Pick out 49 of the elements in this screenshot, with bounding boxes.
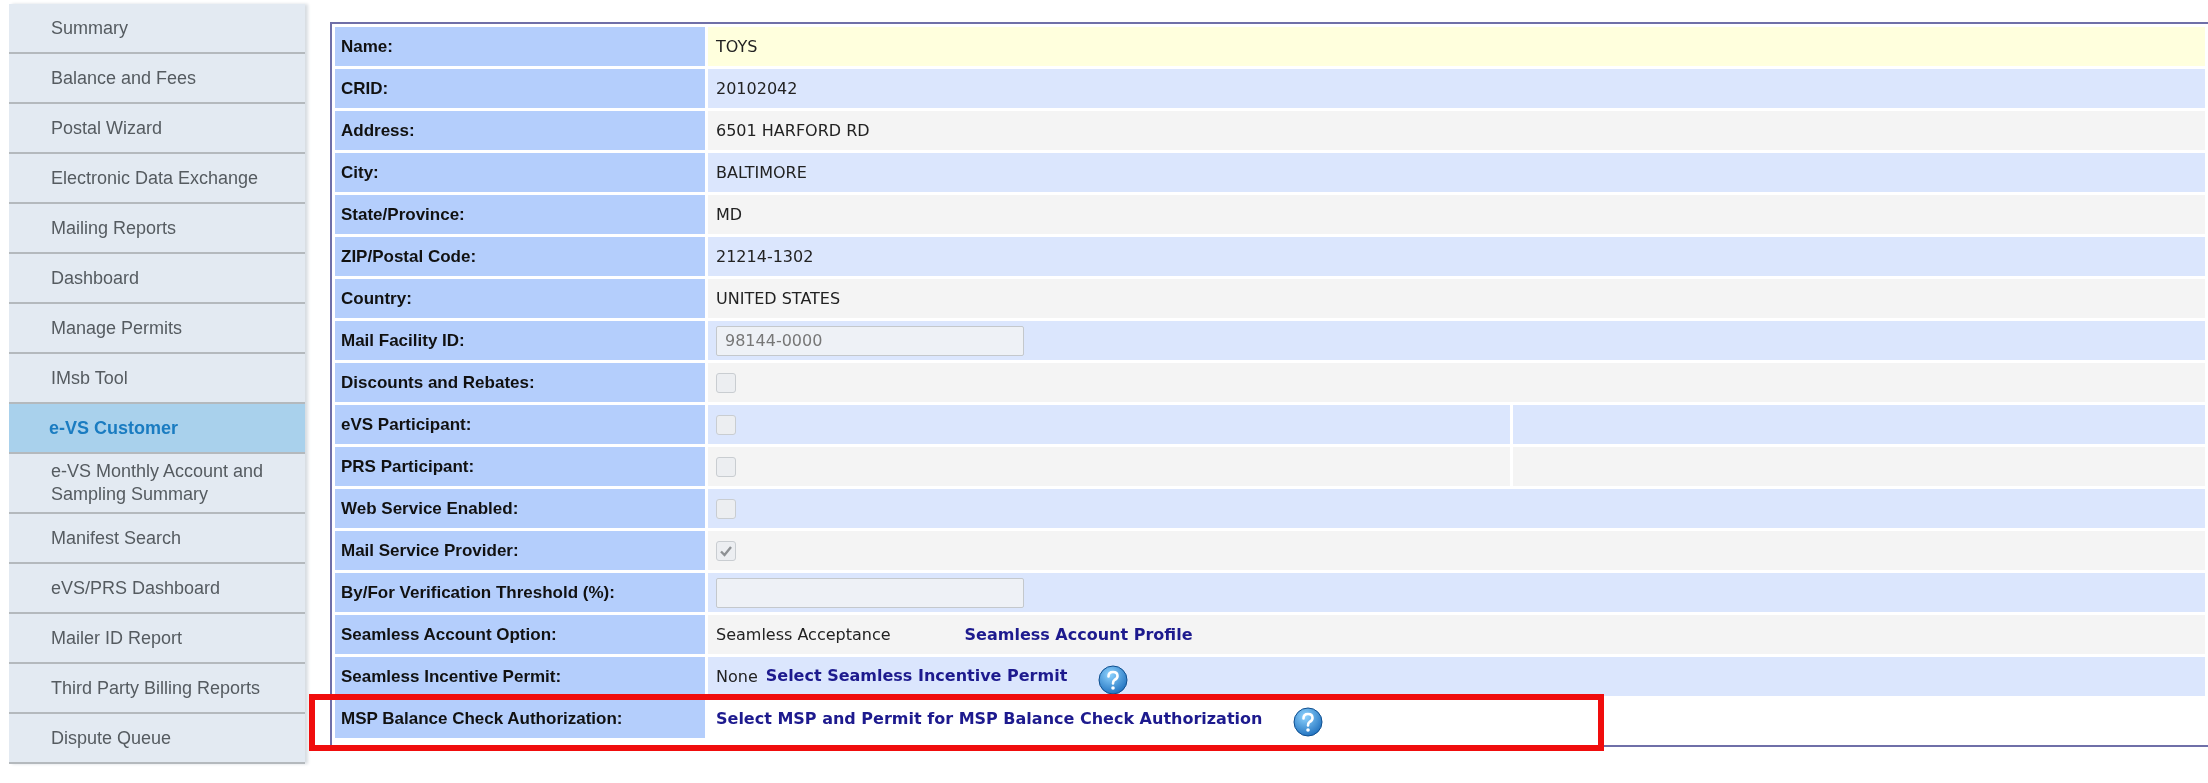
field-value: TOYS (716, 37, 758, 56)
sidebar-item[interactable]: Manifest Search (9, 514, 305, 564)
field-label: Web Service Enabled: (335, 489, 705, 528)
link[interactable]: Select MSP and Permit for MSP Balance Check Authorization (716, 708, 1263, 727)
sidebar-item[interactable]: Mailer ID Report (9, 614, 305, 664)
link[interactable]: Select Seamless Incentive Permit (765, 666, 1068, 685)
help-icon[interactable] (1097, 663, 1130, 696)
sidebar-item[interactable]: Summary (9, 4, 305, 54)
sidebar-item[interactable]: Electronic Data Exchange (9, 154, 305, 204)
field-value: 6501 HARFORD RD (716, 121, 870, 140)
checkbox[interactable] (716, 414, 736, 435)
checkbox[interactable] (716, 456, 736, 477)
field-value: None (716, 666, 758, 685)
sidebar-item[interactable]: Mailing Reports (9, 204, 305, 254)
sidebar-item[interactable]: eVS/PRS Dashboard (9, 564, 305, 614)
checkbox[interactable] (716, 372, 736, 393)
field-value: 20102042 (716, 79, 798, 98)
field-value: Seamless Acceptance (716, 625, 891, 644)
field-label: Name: (335, 27, 705, 66)
field-label: Discounts and Rebates: (335, 363, 705, 402)
sidebar-item[interactable]: Balance and Fees (9, 54, 305, 104)
field-label: Country: (335, 279, 705, 318)
field-label: City: (335, 153, 705, 192)
field-label: Address: (335, 111, 705, 150)
sidebar-item[interactable]: Third Party Billing Reports (9, 664, 305, 714)
field-value: BALTIMORE (716, 163, 807, 182)
link[interactable]: Seamless Account Profile (964, 625, 1193, 644)
field-label: CRID: (335, 69, 705, 108)
input-field[interactable] (716, 577, 1024, 608)
field-value: 21214-1302 (716, 247, 814, 266)
sidebar-item[interactable]: Dispute Queue (9, 714, 305, 764)
help-icon[interactable] (1292, 705, 1325, 738)
field-label: ZIP/Postal Code: (335, 237, 705, 276)
field-label: eVS Participant: (335, 405, 705, 444)
checkbox[interactable] (716, 540, 736, 561)
sidebar-item[interactable]: e-VS Monthly Account and Sampling Summary (9, 454, 305, 514)
sidebar-item[interactable]: Postal Wizard (9, 104, 305, 154)
sidebar-item[interactable]: Dashboard (9, 254, 305, 304)
checkbox[interactable] (716, 498, 736, 519)
field-label: Seamless Account Option: (335, 615, 705, 654)
field-label: Mail Service Provider: (335, 531, 705, 570)
field-value: MD (716, 205, 743, 224)
field-label: PRS Participant: (335, 447, 705, 486)
field-value: UNITED STATES (716, 289, 841, 308)
field-label: Seamless Incentive Permit: (335, 657, 705, 696)
field-label: State/Province: (335, 195, 705, 234)
sidebar-item[interactable]: Manage Permits (9, 304, 305, 354)
field-label: Mail Facility ID: (335, 321, 705, 360)
field-label: By/For Verification Threshold (%): (335, 573, 705, 612)
